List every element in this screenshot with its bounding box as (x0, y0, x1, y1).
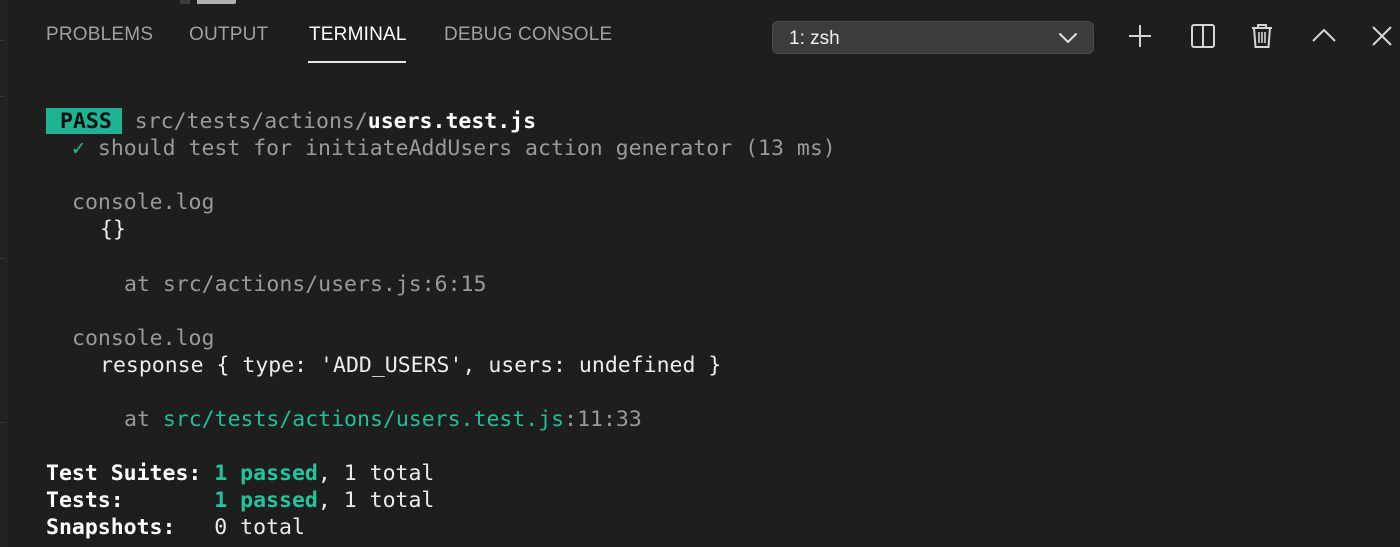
console-log-location: at src/tests/actions/users.test.js:11:33 (124, 406, 642, 434)
test-result-text: should test for initiateAddUsers action … (97, 136, 836, 161)
tab-output[interactable]: OUTPUT (189, 24, 268, 46)
summary-total: , 1 total (317, 488, 435, 513)
location-at: at (124, 407, 163, 432)
summary-passed: 1 passed (214, 461, 318, 486)
location-link[interactable]: src/tests/actions/users.test.js (163, 407, 564, 432)
split-icon[interactable] (1187, 20, 1219, 52)
console-log-header: console.log (72, 190, 215, 215)
summary-label: Test Suites: (46, 461, 202, 486)
plus-icon[interactable] (1124, 20, 1156, 52)
tab-terminal[interactable]: TERMINAL (309, 24, 407, 46)
summary-value: 0 total (214, 515, 305, 540)
console-log-value: response { type: 'ADD_USERS', users: und… (100, 353, 722, 378)
active-tab-indicator (308, 61, 406, 63)
trash-icon[interactable] (1246, 20, 1278, 52)
close-icon[interactable] (1366, 20, 1398, 52)
tab-problems[interactable]: PROBLEMS (46, 24, 153, 46)
editor-text-fragment (180, 0, 236, 4)
test-file-line: PASS src/tests/actions/users.test.js (46, 108, 536, 136)
terminal-selector-value: 1: zsh (789, 28, 840, 49)
summary-passed: 1 passed (214, 488, 318, 513)
check-icon: ✓ (72, 136, 85, 161)
console-log-location: at src/actions/users.js:6:15 (124, 272, 487, 297)
location-position: :11:33 (564, 407, 642, 432)
terminal-selector-dropdown[interactable]: 1: zsh (772, 21, 1094, 54)
test-path-dir: src/tests/actions/ (134, 109, 368, 134)
test-path-file: users.test.js (367, 109, 537, 134)
chevron-up-icon[interactable] (1308, 20, 1340, 52)
pass-badge: PASS (46, 108, 122, 134)
console-log-header: console.log (72, 326, 215, 351)
tab-debug-console[interactable]: DEBUG CONSOLE (444, 24, 612, 46)
summary-label: Tests: (46, 488, 124, 513)
test-result-line: ✓ should test for initiateAddUsers actio… (72, 135, 836, 163)
terminal-output[interactable]: PASS src/tests/actions/users.test.js ✓ sh… (0, 0, 836, 540)
summary-tests: Tests: 1 passed, 1 total (46, 487, 434, 515)
summary-total: , 1 total (317, 461, 435, 486)
console-log-value: {} (100, 217, 126, 242)
editor-top-edge (0, 0, 1400, 6)
summary-test-suites: Test Suites: 1 passed, 1 total (46, 460, 434, 488)
chevron-down-icon (1059, 33, 1077, 43)
summary-snapshots: Snapshots: 0 total (46, 514, 305, 542)
summary-label: Snapshots: (46, 515, 176, 540)
terminal-panel: PROBLEMS OUTPUT TERMINAL DEBUG CONSOLE 1… (0, 0, 1400, 547)
